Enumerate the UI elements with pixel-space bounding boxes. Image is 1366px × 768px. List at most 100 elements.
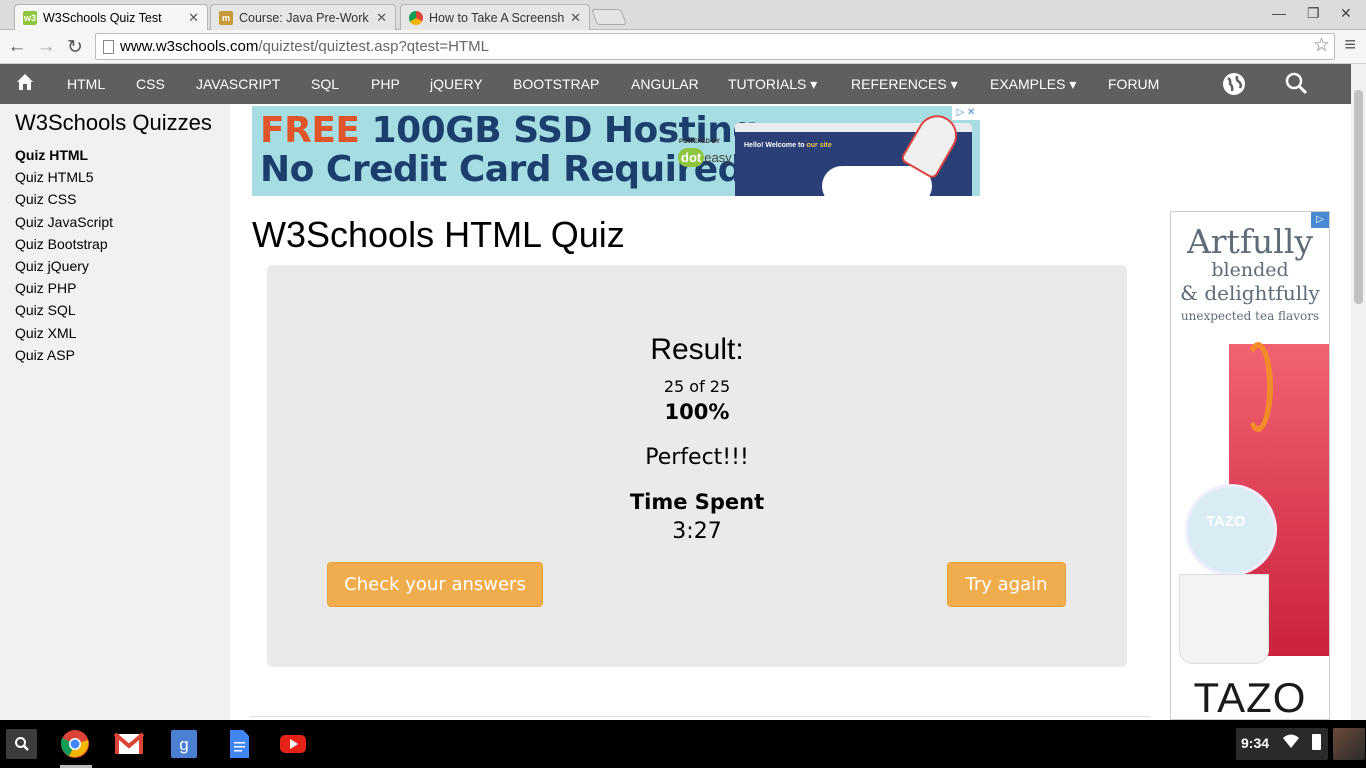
quiz-sidebar: W3Schools Quizzes Quiz HTML Quiz HTML5 Q…	[0, 104, 230, 720]
launcher-search-icon[interactable]	[6, 729, 37, 759]
course-favicon-icon: m	[219, 10, 233, 25]
chrome-favicon-icon	[409, 10, 423, 25]
ad-brand-rest: easy	[704, 150, 732, 165]
battery-icon	[1312, 734, 1321, 750]
nav-jquery[interactable]: jQUERY	[430, 64, 483, 104]
sidebar-item-quiz-html[interactable]: Quiz HTML	[15, 147, 113, 169]
try-again-button[interactable]: Try again	[947, 562, 1066, 607]
nav-php[interactable]: PHP	[371, 64, 400, 104]
mockup-hello: Hello! Welcome to	[744, 142, 805, 149]
sidebar-item-quiz-bootstrap[interactable]: Quiz Bootstrap	[15, 236, 113, 258]
bookmark-star-icon[interactable]: ☆	[1313, 33, 1330, 58]
ad-brand-logo: dot easy	[678, 148, 732, 167]
url-bar[interactable]: www.w3schools.com/quiztest/quiztest.asp?…	[95, 33, 1335, 60]
content-divider	[250, 716, 1150, 717]
browser-toolbar: ← → ↻ www.w3schools.com/quiztest/quiztes…	[0, 30, 1366, 64]
docs-icon[interactable]	[224, 729, 254, 759]
time-spent-label: Time Spent	[629, 490, 765, 514]
wifi-icon	[1282, 733, 1300, 752]
search-icon[interactable]	[1285, 72, 1309, 101]
os-shelf: g 9:34	[0, 720, 1366, 768]
nav-javascript[interactable]: JAVASCRIPT	[196, 64, 280, 104]
w3schools-favicon-icon: w3	[23, 10, 37, 25]
new-tab-button[interactable]	[591, 9, 627, 25]
k-cup-image	[1179, 574, 1269, 664]
nav-references-dropdown[interactable]: REFERENCES ▾	[851, 64, 958, 104]
tab-title: How to Take A Screensh	[429, 10, 565, 25]
quiz-result-panel: Result: 25 of 25 100% Perfect!!! Time Sp…	[267, 265, 1127, 667]
sidebar-item-quiz-asp[interactable]: Quiz ASP	[15, 347, 113, 369]
ad-text-artfully: Artfully	[1186, 222, 1314, 261]
globe-icon[interactable]	[1222, 72, 1246, 101]
gmail-icon[interactable]	[113, 729, 145, 759]
tab-course-java[interactable]: m Course: Java Pre-Work S ✕	[210, 4, 396, 30]
adchoices-icon[interactable]: ▷	[1311, 212, 1329, 228]
sidebar-item-quiz-xml[interactable]: Quiz XML	[15, 325, 113, 347]
sidebar-item-quiz-javascript[interactable]: Quiz JavaScript	[15, 214, 113, 236]
sidebar-item-quiz-css[interactable]: Quiz CSS	[15, 191, 113, 213]
sidebar-item-quiz-php[interactable]: Quiz PHP	[15, 280, 113, 302]
maximize-icon[interactable]: ❐	[1307, 5, 1320, 22]
home-icon[interactable]	[15, 72, 35, 97]
sidebar-item-quiz-sql[interactable]: Quiz SQL	[15, 302, 113, 324]
tab-w3schools-quiz[interactable]: w3 W3Schools Quiz Test ✕	[14, 4, 208, 30]
nav-html[interactable]: HTML	[67, 64, 105, 104]
adchoices-icon[interactable]: ▷ ✕	[952, 106, 980, 120]
cloud-illustration	[822, 166, 932, 196]
orange-peel-image	[1243, 342, 1273, 432]
sidebar-item-quiz-jquery[interactable]: Quiz jQuery	[15, 258, 113, 280]
hosting-banner-ad[interactable]: FREE 100GB SSD Hosting No Credit Card Re…	[252, 106, 980, 196]
minimize-icon[interactable]: —	[1272, 5, 1286, 21]
sidebar-list: Quiz HTML Quiz HTML5 Quiz CSS Quiz JavaS…	[15, 147, 113, 369]
page-icon	[103, 40, 114, 54]
page-scrollbar[interactable]	[1351, 64, 1366, 720]
mockup-hello-text: Hello! Welcome to our site	[744, 142, 832, 149]
pod-label: TAZO	[1206, 513, 1246, 530]
url-host: www.w3schools.com	[120, 38, 259, 55]
url-path: /quiztest/quiztest.asp?qtest=HTML	[258, 38, 489, 55]
nav-css[interactable]: CSS	[136, 64, 165, 104]
ad-free-text: FREE	[260, 110, 360, 151]
sidebar-item-quiz-html5[interactable]: Quiz HTML5	[15, 169, 113, 191]
check-answers-button[interactable]: Check your answers	[327, 562, 543, 607]
close-tab-icon[interactable]: ✕	[188, 10, 199, 26]
close-window-icon[interactable]: ✕	[1340, 5, 1352, 22]
close-tab-icon[interactable]: ✕	[570, 10, 581, 26]
reload-icon[interactable]: ↻	[64, 36, 86, 59]
result-verdict: Perfect!!!	[645, 445, 749, 470]
nav-examples-dropdown[interactable]: EXAMPLES ▾	[990, 64, 1076, 104]
result-heading: Result:	[650, 333, 744, 366]
ad-brand-dot: dot	[678, 148, 705, 167]
nav-sql[interactable]: SQL	[311, 64, 339, 104]
tab-how-to-screenshot[interactable]: How to Take A Screensh ✕	[400, 4, 590, 30]
score-count: 25 of 25	[663, 377, 731, 396]
ad-text-delightfully: & delightfully	[1180, 281, 1320, 305]
back-arrow-icon[interactable]: ←	[6, 36, 28, 58]
scrollbar-thumb[interactable]	[1354, 90, 1363, 304]
tea-skyscraper-ad[interactable]: Artfully blended & delightfully unexpect…	[1170, 211, 1330, 720]
chrome-icon[interactable]	[60, 729, 90, 759]
close-tab-icon[interactable]: ✕	[376, 10, 387, 26]
forward-arrow-icon[interactable]: →	[35, 36, 57, 58]
tazo-logo: TAZO	[1193, 674, 1307, 720]
chrome-menu-icon[interactable]: ≡	[1344, 34, 1356, 57]
ad-headline-line2: No Credit Card Required	[260, 149, 743, 190]
ad-text-blended: blended	[1211, 259, 1289, 281]
page-title: W3Schools HTML Quiz	[252, 214, 625, 255]
browser-tab-strip: w3 W3Schools Quiz Test ✕ m Course: Java …	[0, 0, 1366, 30]
sidebar-title: W3Schools Quizzes	[15, 110, 212, 135]
site-top-nav: HTML CSS JAVASCRIPT SQL PHP jQUERY BOOTS…	[0, 64, 1351, 104]
svg-text:g: g	[179, 735, 188, 754]
user-avatar[interactable]	[1333, 728, 1365, 760]
mockup-site: our site	[806, 142, 832, 149]
tab-title: Course: Java Pre-Work S	[239, 10, 371, 25]
google-search-icon[interactable]: g	[169, 729, 199, 759]
nav-angular[interactable]: ANGULAR	[631, 64, 699, 104]
time-spent-value: 3:27	[672, 519, 722, 544]
nav-bootstrap[interactable]: BOOTSTRAP	[513, 64, 599, 104]
nav-forum[interactable]: FORUM	[1108, 64, 1159, 104]
youtube-icon[interactable]	[278, 729, 308, 759]
score-percent: 100%	[664, 400, 730, 424]
nav-tutorials-dropdown[interactable]: TUTORIALS ▾	[728, 64, 817, 104]
tea-pod-image: TAZO	[1185, 484, 1277, 576]
